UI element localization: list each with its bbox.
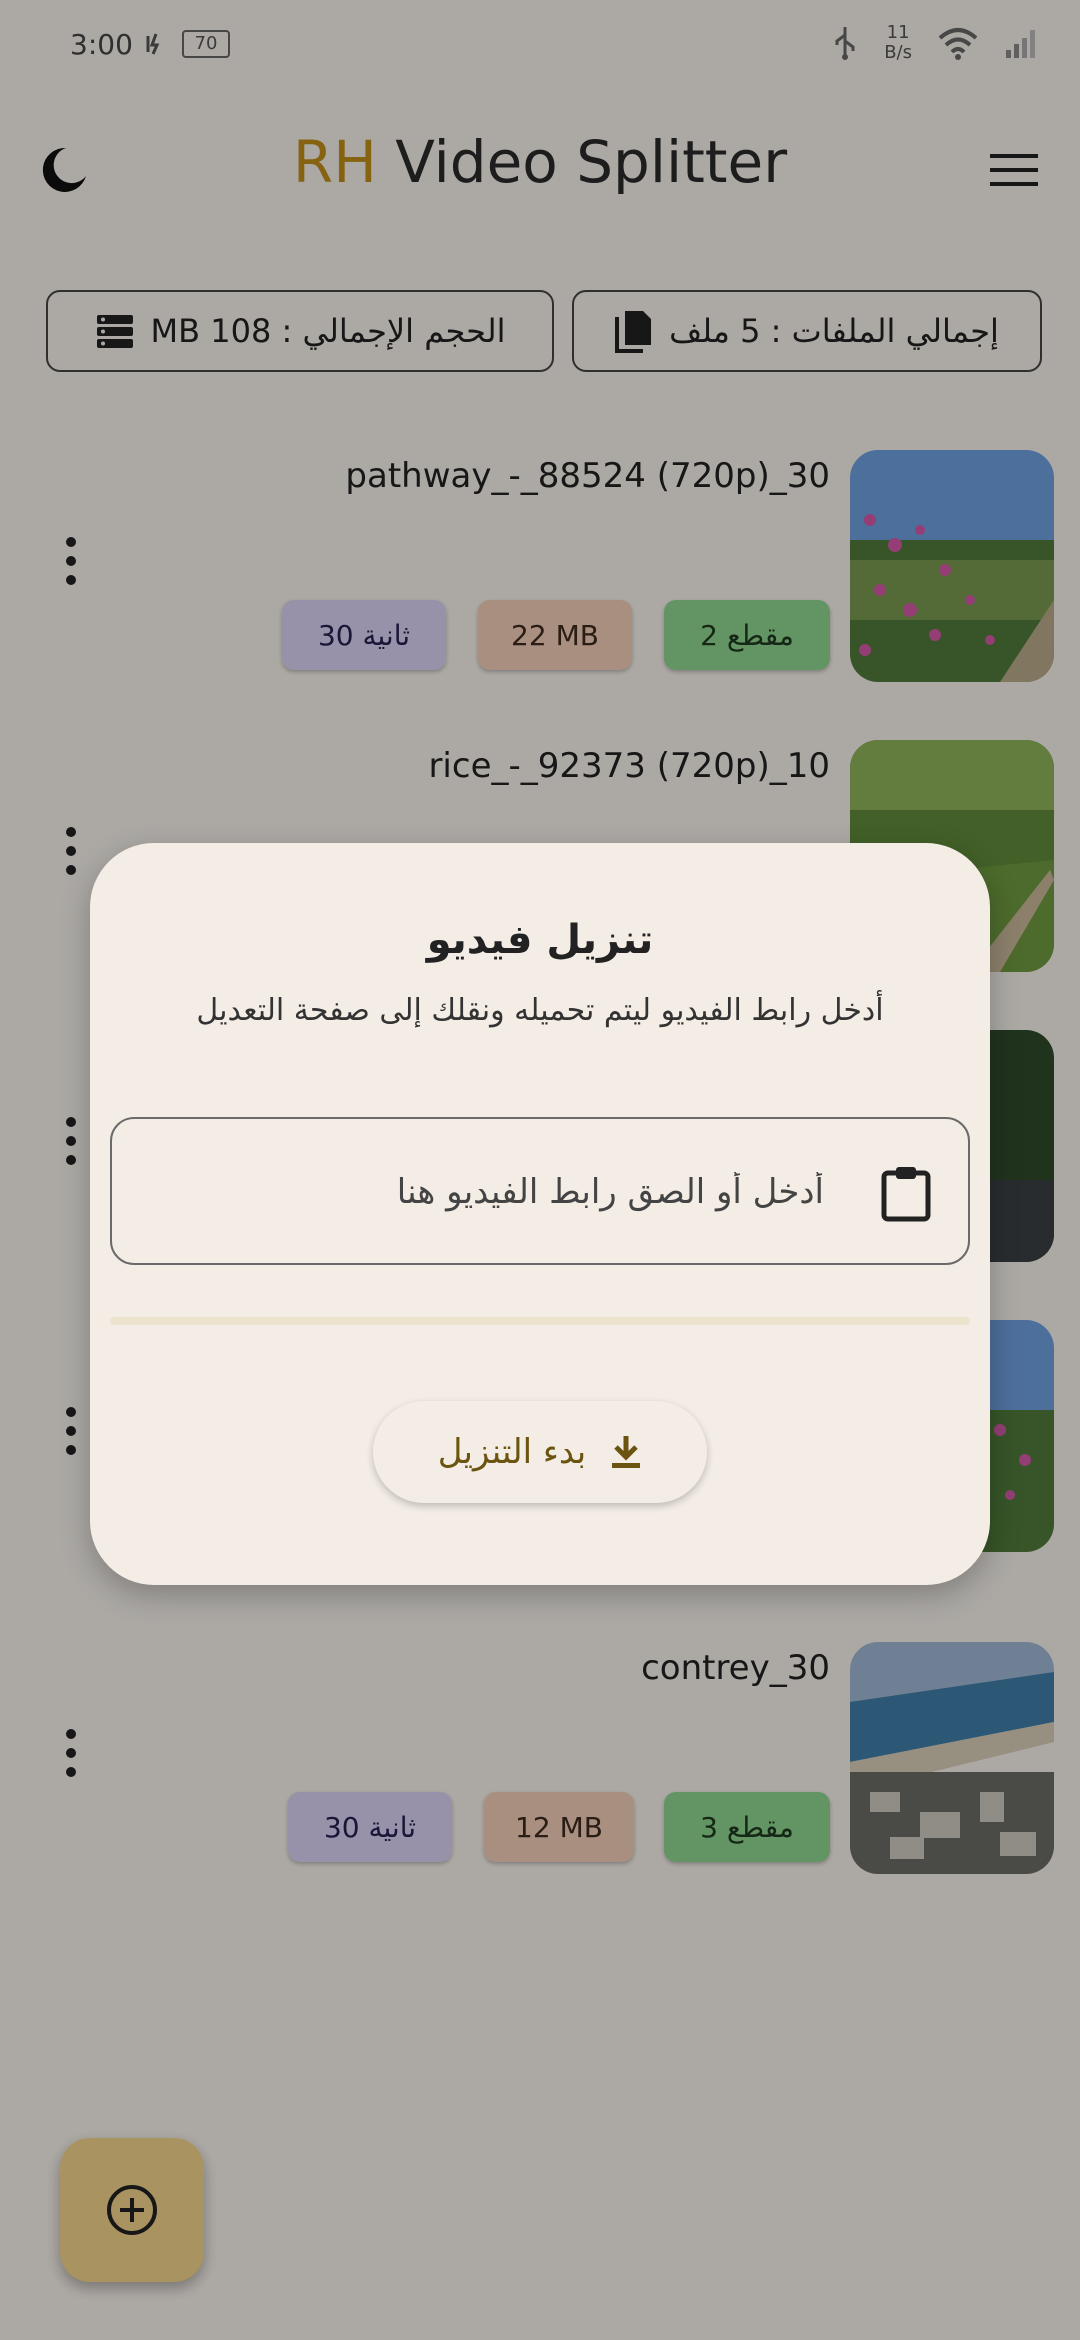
- video-url-input[interactable]: [142, 1119, 826, 1265]
- dialog-title: تنزيل فيديو: [426, 917, 654, 963]
- download-icon: [612, 1436, 641, 1468]
- download-video-dialog: تنزيل فيديو أدخل رابط الفيديو ليتم تحميل…: [90, 843, 990, 1585]
- start-download-button[interactable]: بدء التنزيل: [373, 1401, 707, 1503]
- start-download-label: بدء التنزيل: [437, 1432, 587, 1472]
- video-url-field[interactable]: [110, 1117, 970, 1265]
- clipboard-icon[interactable]: [878, 1163, 934, 1223]
- download-progress-bar: [110, 1317, 970, 1325]
- dialog-subtitle: أدخل رابط الفيديو ليتم تحميله ونقلك إلى …: [196, 993, 884, 1028]
